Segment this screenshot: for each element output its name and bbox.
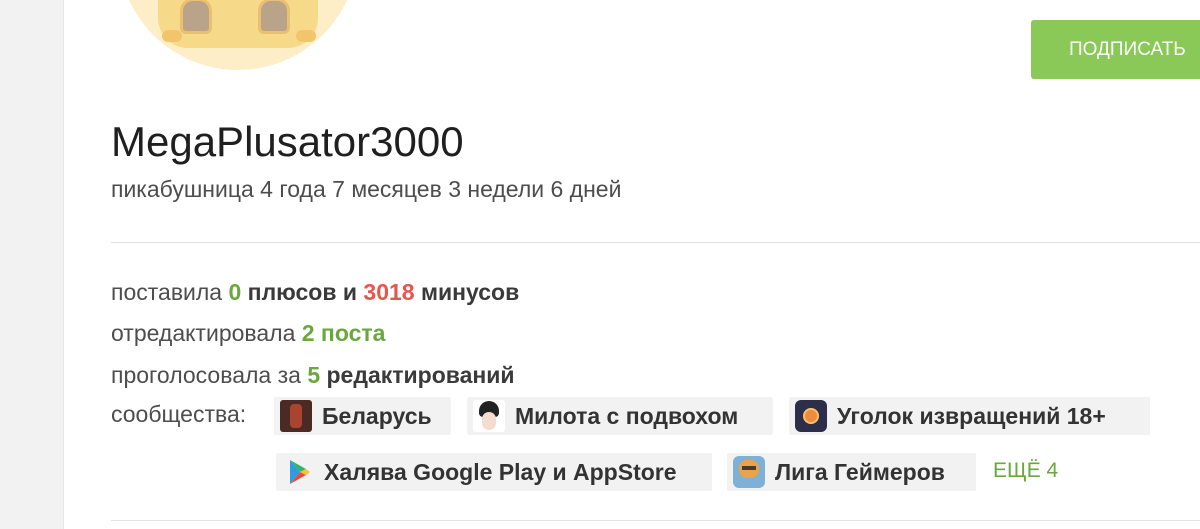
avatar[interactable] xyxy=(118,0,358,70)
voted-edits-count: 5 xyxy=(307,362,321,388)
plus-word: плюсов и xyxy=(247,279,358,305)
edits-link[interactable]: 2 поста xyxy=(302,320,386,346)
avatar-right-eye xyxy=(258,0,290,34)
voted-edits-word: редактирований xyxy=(326,362,515,388)
community-chip-belarus[interactable]: Беларусь xyxy=(274,397,451,435)
left-sidebar-strip xyxy=(0,0,64,529)
community-label: Беларусь xyxy=(322,402,432,429)
community-chip-ugolok[interactable]: Уголок извращений 18+ xyxy=(789,397,1150,435)
communities-label: сообщества: xyxy=(111,401,247,427)
avatar-left-eye xyxy=(180,0,212,34)
section-divider-bottom xyxy=(111,520,1200,521)
belarus-community-icon xyxy=(280,400,312,432)
avatar-left-paw xyxy=(162,30,182,42)
voted-edits-prefix: проголосовала за xyxy=(111,362,301,388)
milota-community-icon xyxy=(473,400,505,432)
profile-username: MegaPlusator3000 xyxy=(111,118,464,165)
edits-stat: отредактировала 2 поста xyxy=(111,320,385,347)
minus-word: минусов xyxy=(420,279,520,305)
profile-age: пикабушница 4 года 7 месяцев 3 недели 6 … xyxy=(111,176,622,202)
more-communities-link[interactable]: ЕЩЁ 4 xyxy=(993,459,1058,483)
community-chip-gamers[interactable]: Лига Геймеров xyxy=(727,453,976,491)
subscribe-button[interactable]: ПОДПИСАТЬ xyxy=(1031,20,1200,79)
voted-edits-stat: проголосовала за 5 редактирований xyxy=(111,362,515,389)
community-chip-milota[interactable]: Милота с подвохом xyxy=(467,397,773,435)
ugolok-community-icon xyxy=(795,400,827,432)
section-divider xyxy=(111,242,1200,243)
avatar-right-paw xyxy=(296,30,316,42)
community-label: Уголок извращений 18+ xyxy=(837,402,1106,429)
votes-prefix: поставила xyxy=(111,279,223,305)
plus-count: 0 xyxy=(228,279,242,305)
minus-count: 3018 xyxy=(363,279,415,305)
community-label: Лига Геймеров xyxy=(775,458,945,485)
community-label: Милота с подвохом xyxy=(515,402,739,429)
community-chip-google-play[interactable]: Халява Google Play и AppStore xyxy=(276,453,712,491)
gamers-league-icon xyxy=(733,456,765,488)
google-play-icon xyxy=(282,456,314,488)
edits-prefix: отредактировала xyxy=(111,320,296,346)
community-label: Халява Google Play и AppStore xyxy=(324,458,677,485)
votes-stat: поставила 0 плюсов и 3018 минусов xyxy=(111,279,519,306)
